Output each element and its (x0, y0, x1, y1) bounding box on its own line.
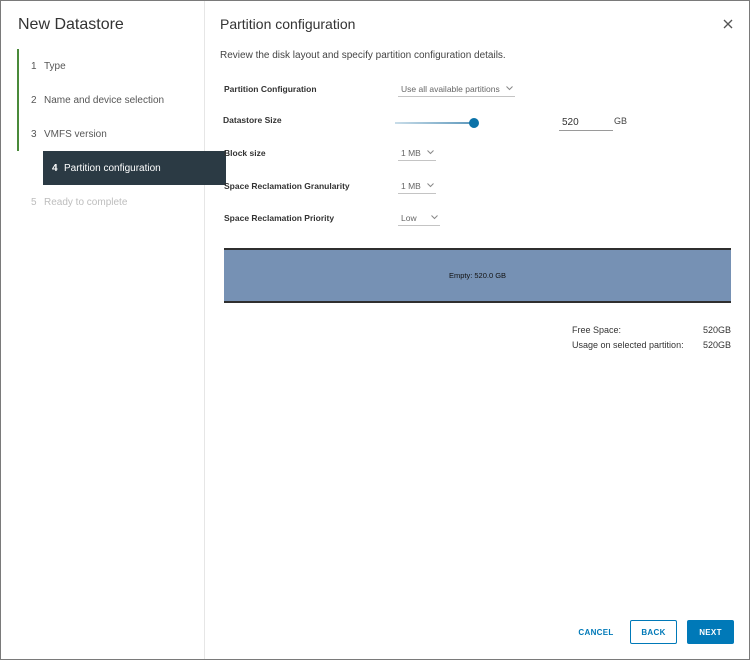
wizard-sidebar: New Datastore 1 Type 2 Name and device s… (1, 1, 226, 659)
wizard-content: Partition configuration Review the disk … (206, 1, 749, 659)
wizard-steps: 1 Type 2 Name and device selection 3 VMF… (1, 49, 226, 219)
completed-step-indicator (17, 49, 19, 83)
step-number: 5 (31, 196, 37, 208)
partition-configuration-label: Partition Configuration (224, 84, 317, 94)
space-reclamation-granularity-value: 1 MB (401, 181, 421, 191)
step-vmfs-version[interactable]: 3 VMFS version (1, 117, 205, 151)
step-label: Ready to complete (44, 196, 128, 208)
new-datastore-dialog: New Datastore 1 Type 2 Name and device s… (0, 0, 750, 660)
back-button[interactable]: BACK (630, 620, 677, 644)
step-name-and-device[interactable]: 2 Name and device selection (1, 83, 205, 117)
step-number: 1 (31, 60, 37, 72)
next-button[interactable]: NEXT (687, 620, 734, 644)
step-label: Type (44, 60, 66, 72)
step-label: VMFS version (44, 128, 107, 140)
step-label: Name and device selection (44, 94, 165, 106)
step-number: 2 (31, 94, 37, 106)
page-title: Partition configuration (220, 16, 356, 32)
step-number: 4 (52, 162, 58, 174)
datastore-size-slider-handle[interactable] (469, 118, 479, 128)
wizard-title: New Datastore (18, 16, 124, 33)
chevron-down-icon (430, 215, 438, 221)
space-reclamation-granularity-label: Space Reclamation Granularity (224, 181, 350, 191)
partition-configuration-value: Use all available partitions (401, 84, 500, 94)
block-size-label: Block size (224, 148, 266, 158)
space-reclamation-granularity-select[interactable]: 1 MB (398, 181, 436, 194)
cancel-button[interactable]: CANCEL (574, 620, 618, 644)
space-reclamation-priority-select[interactable]: Low (398, 213, 440, 226)
datastore-size-unit: GB (614, 116, 628, 126)
page-subtitle: Review the disk layout and specify parti… (220, 50, 506, 61)
block-size-select[interactable]: 1 MB (398, 148, 436, 161)
disk-partition-label: Empty: 520.0 GB (448, 271, 507, 280)
space-reclamation-priority-label: Space Reclamation Priority (224, 213, 335, 223)
partition-configuration-select[interactable]: Use all available partitions (398, 84, 515, 97)
free-space-value: 520GB (702, 325, 731, 335)
completed-step-indicator (17, 83, 19, 117)
space-reclamation-priority-value: Low (401, 213, 417, 223)
usage-label: Usage on selected partition: (572, 340, 684, 350)
datastore-size-slider-track[interactable] (395, 122, 475, 124)
completed-step-indicator (17, 117, 19, 151)
close-icon[interactable] (721, 17, 735, 31)
step-ready-to-complete: 5 Ready to complete (1, 185, 205, 219)
step-type[interactable]: 1 Type (1, 49, 205, 83)
chevron-down-icon (426, 183, 434, 189)
datastore-size-label: Datastore Size (223, 115, 282, 125)
chevron-down-icon (505, 86, 513, 92)
usage-value: 520GB (702, 340, 731, 350)
step-number: 3 (31, 128, 37, 140)
disk-layout-bar: Empty: 520.0 GB (224, 248, 731, 303)
block-size-value: 1 MB (401, 148, 421, 158)
free-space-label: Free Space: (572, 325, 622, 335)
step-label: Partition configuration (64, 162, 161, 174)
datastore-size-input[interactable] (559, 115, 613, 131)
step-partition-configuration[interactable]: 4 Partition configuration (43, 151, 226, 185)
chevron-down-icon (426, 150, 434, 156)
